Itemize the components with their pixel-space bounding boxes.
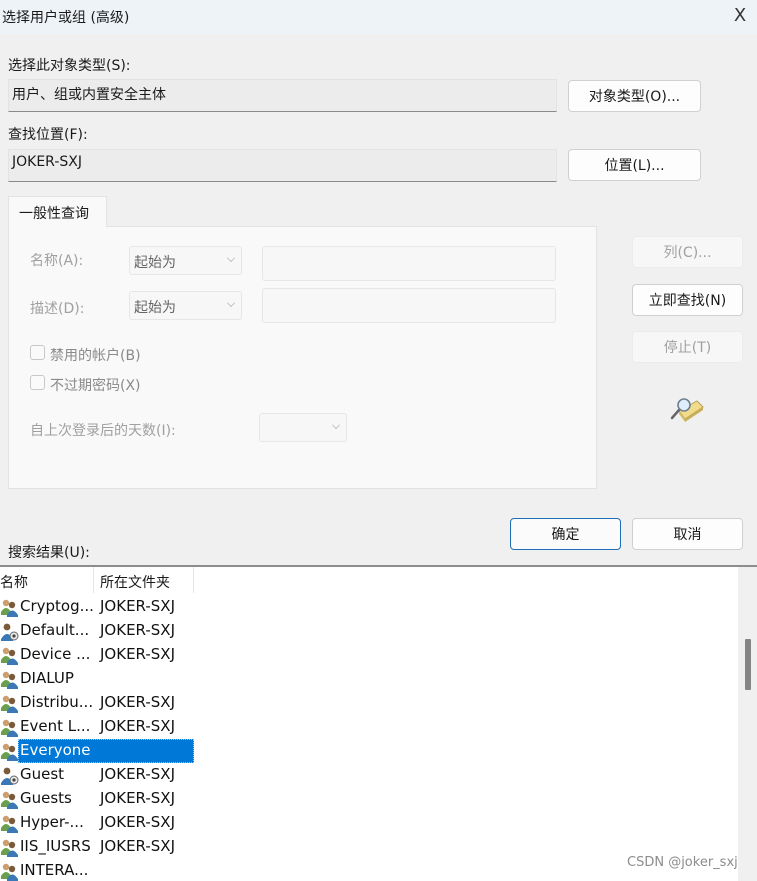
locations-button[interactable]: 位置(L)...: [568, 149, 701, 181]
search-results-list[interactable]: 名称 所在文件夹 Cryptog... JOKER-SXJ Default... JO…: [0, 565, 757, 881]
non-expiring-password-label: 不过期密码(X): [50, 378, 141, 394]
table-row[interactable]: Event L... JOKER-SXJ: [0, 715, 200, 739]
group-icon: [0, 646, 19, 665]
ok-button[interactable]: 确定: [510, 518, 621, 550]
user-icon: [0, 766, 19, 785]
tab-common-queries-label: 一般性查询: [19, 206, 89, 222]
group-icon: [0, 718, 19, 737]
scrollbar-thumb[interactable]: [745, 639, 751, 690]
title-bar: 选择用户或组 (高级) X: [0, 0, 757, 34]
chevron-down-icon: [227, 299, 235, 307]
row-name: IIS_IUSRS: [20, 837, 91, 855]
table-row[interactable]: Default... JOKER-SXJ: [0, 619, 200, 643]
row-folder: JOKER-SXJ: [100, 621, 175, 639]
name-mode-select[interactable]: 起始为: [129, 246, 242, 275]
row-folder: JOKER-SXJ: [100, 789, 175, 807]
row-name: Everyone: [20, 741, 91, 759]
row-name: Default...: [20, 621, 90, 639]
stop-button-label: 停止(T): [663, 340, 712, 356]
name-label: 名称(A):: [30, 253, 84, 269]
location-value: JOKER-SXJ: [12, 154, 82, 170]
table-row[interactable]: Hyper-... JOKER-SXJ: [0, 811, 200, 835]
object-type-label: 选择此对象类型(S):: [8, 58, 131, 74]
object-types-button-label: 对象类型(O)...: [588, 89, 681, 105]
row-name: Hyper-...: [20, 813, 84, 831]
row-folder: JOKER-SXJ: [100, 693, 175, 711]
description-input[interactable]: [262, 288, 556, 323]
cancel-button-label: 取消: [673, 527, 702, 543]
object-type-field: 用户、组或内置安全主体: [8, 79, 557, 112]
row-name: DIALUP: [20, 669, 74, 687]
stop-button[interactable]: 停止(T): [632, 331, 743, 363]
find-now-button[interactable]: 立即查找(N): [632, 284, 743, 316]
table-row[interactable]: IIS_IUSRS JOKER-SXJ: [0, 835, 200, 859]
group-icon: [0, 862, 19, 881]
table-row[interactable]: Guests JOKER-SXJ: [0, 787, 200, 811]
disabled-accounts-checkbox[interactable]: [30, 345, 45, 360]
table-row[interactable]: DIALUP: [0, 667, 200, 691]
description-label: 描述(D):: [30, 301, 85, 317]
table-row[interactable]: Device ... JOKER-SXJ: [0, 643, 200, 667]
group-icon: [0, 838, 19, 857]
column-header-folder[interactable]: 所在文件夹: [100, 567, 170, 593]
locations-button-label: 位置(L)...: [604, 158, 665, 174]
group-icon: [0, 790, 19, 809]
table-row[interactable]: Cryptog... JOKER-SXJ: [0, 595, 200, 619]
search-results-label: 搜索结果(U):: [8, 545, 90, 561]
group-icon: [0, 694, 19, 713]
search-animation-icon: [669, 395, 705, 423]
name-mode-value: 起始为: [134, 255, 176, 271]
row-name: INTERA...: [20, 861, 89, 879]
description-mode-select[interactable]: 起始为: [129, 291, 242, 320]
location-label: 查找位置(F):: [8, 127, 88, 143]
column-separator[interactable]: [193, 567, 194, 593]
table-row[interactable]: INTERA...: [0, 859, 200, 881]
name-input[interactable]: [262, 246, 556, 281]
watermark: CSDN @joker_sxj: [627, 855, 738, 870]
non-expiring-password-checkbox[interactable]: [30, 375, 45, 390]
group-icon: [0, 598, 19, 617]
row-name: Guests: [20, 789, 72, 807]
row-folder: JOKER-SXJ: [100, 717, 175, 735]
tab-common-queries[interactable]: 一般性查询: [8, 196, 107, 227]
row-folder: JOKER-SXJ: [100, 837, 175, 855]
row-folder: JOKER-SXJ: [100, 597, 175, 615]
row-name: Distribu...: [20, 693, 94, 711]
row-name: Guest: [20, 765, 65, 783]
find-now-button-label: 立即查找(N): [648, 293, 727, 309]
columns-button[interactable]: 列(C)...: [632, 236, 743, 268]
object-types-button[interactable]: 对象类型(O)...: [568, 80, 701, 112]
user-icon: [0, 622, 19, 641]
row-name: Device ...: [20, 645, 91, 663]
row-name: Event L...: [20, 717, 91, 735]
row-folder: JOKER-SXJ: [100, 645, 175, 663]
row-folder: JOKER-SXJ: [100, 813, 175, 831]
group-icon: [0, 814, 19, 833]
days-since-logon-label: 自上次登录后的天数(I):: [30, 423, 176, 439]
object-type-value: 用户、组或内置安全主体: [12, 87, 166, 103]
group-icon: [0, 742, 19, 761]
row-name: Cryptog...: [20, 597, 94, 615]
chevron-down-icon: [332, 421, 340, 429]
disabled-accounts-label: 禁用的帐户(B): [50, 348, 141, 364]
column-separator[interactable]: [93, 567, 94, 593]
cancel-button[interactable]: 取消: [632, 518, 743, 550]
chevron-down-icon: [227, 254, 235, 262]
window-title: 选择用户或组 (高级): [2, 10, 130, 26]
ok-button-label: 确定: [551, 527, 580, 543]
column-header-name[interactable]: 名称: [0, 567, 28, 593]
group-icon: [0, 670, 19, 689]
row-folder: JOKER-SXJ: [100, 765, 175, 783]
location-field: JOKER-SXJ: [8, 149, 557, 182]
columns-button-label: 列(C)...: [663, 245, 712, 261]
description-mode-value: 起始为: [134, 300, 176, 316]
table-row[interactable]: Guest JOKER-SXJ: [0, 763, 200, 787]
vertical-scrollbar[interactable]: [738, 567, 757, 881]
days-since-logon-select[interactable]: [259, 413, 347, 442]
table-row[interactable]: Distribu... JOKER-SXJ: [0, 691, 200, 715]
table-row[interactable]: Everyone: [0, 739, 200, 763]
close-icon[interactable]: X: [730, 4, 750, 28]
